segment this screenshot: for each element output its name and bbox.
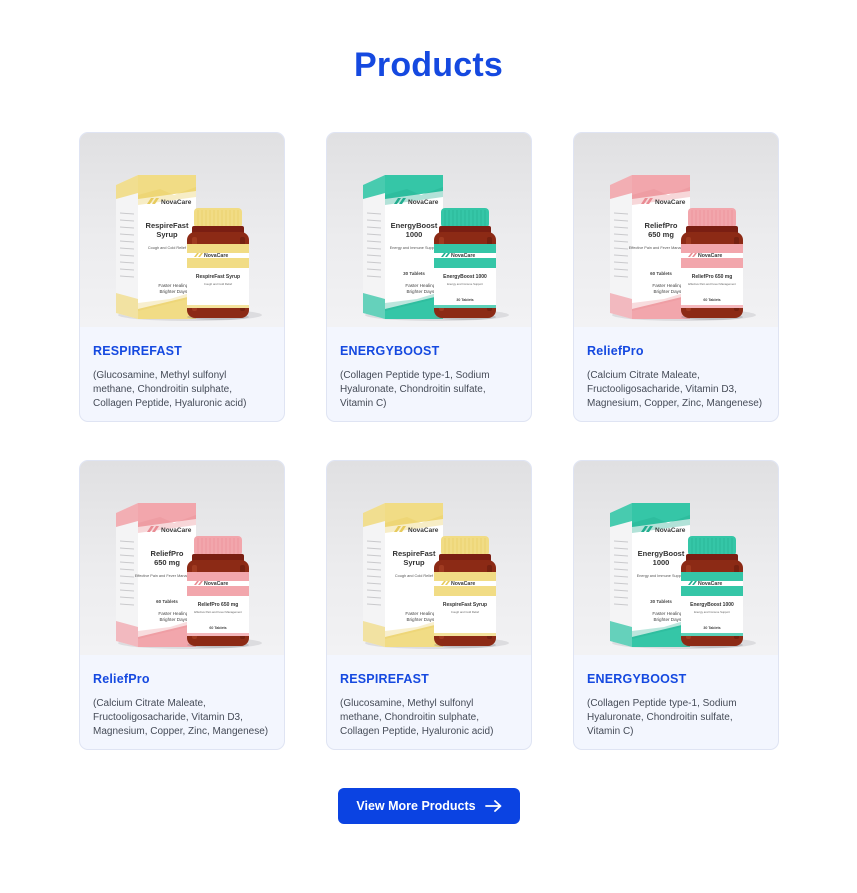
box-title-text: EnergyBoost — [391, 221, 438, 230]
product-illustration: NovaCare RespireFastSyrup Cough and Cold R… — [363, 503, 509, 649]
box-count-text: 60 Tablets — [156, 599, 178, 604]
product-illustration: NovaCare ReliefPro650 mg Effective Pain an… — [610, 175, 756, 321]
box-tagline-text: Brighter Days! — [406, 617, 435, 622]
bottle-title-text: EnergyBoost 1000 — [690, 602, 734, 608]
product-image: NovaCare EnergyBoost 1000 Energy and Immune… — [327, 133, 531, 327]
box-tagline-text: Faster Healing, — [158, 283, 189, 288]
box-tagline-text: Faster Healing, — [405, 611, 436, 616]
box-tagline-text: Faster Healing, — [652, 283, 683, 288]
box-count-text: 30 Tablets — [650, 599, 672, 604]
box-tagline-text: Brighter Days! — [653, 289, 682, 294]
product-image: NovaCare ReliefPro 650 mg Effective Pain an… — [574, 133, 778, 327]
bottle-title-text: ReliefPro 650 mg — [198, 602, 239, 608]
product-grid: NovaCare RespireFast Syrup Cough and Cold R… — [79, 132, 779, 750]
box-title-text: 1000 — [406, 230, 423, 239]
box-title-text: EnergyBoost — [638, 549, 685, 558]
product-name: ENERGYBOOST — [340, 344, 440, 358]
product-illustration: NovaCare RespireFastSyrup Cough and Cold R… — [116, 175, 262, 321]
arrow-right-icon — [484, 800, 502, 812]
bottle-title-text: EnergyBoost 1000 — [443, 274, 487, 280]
box-brand-text: NovaCare — [408, 527, 439, 534]
bottle-count-text: 60 Tablets — [703, 298, 720, 302]
page-title: Products — [354, 46, 503, 84]
product-description: (Calcium Citrate Maleate, Fructooligosac… — [93, 698, 269, 737]
product-description: (Collagen Peptide type-1, Sodium Hyaluro… — [340, 370, 490, 409]
bottle-brand-text: NovaCare — [451, 581, 475, 587]
product-description: (Collagen Peptide type-1, Sodium Hyaluro… — [587, 698, 737, 737]
box-brand-text: NovaCare — [408, 199, 439, 206]
product-description: (Calcium Citrate Maleate, Fructooligosac… — [587, 370, 763, 409]
bottle-title-text: ReliefPro 650 mg — [692, 274, 733, 280]
box-title-text: 650 mg — [154, 558, 180, 567]
bottle-count-text: 30 Tablets — [703, 626, 720, 630]
box-subtitle-text: Cough and Cold Relief — [148, 246, 187, 250]
box-brand-text: NovaCare — [161, 199, 192, 206]
box-title-text: ReliefPro — [645, 221, 678, 230]
box-subtitle-text: Energy and Immune Support — [390, 246, 439, 250]
box-brand-text: NovaCare — [161, 527, 192, 534]
product-illustration: NovaCare EnergyBoost1000 Energy and Immune… — [610, 503, 756, 649]
product-illustration: NovaCare EnergyBoost1000 Energy and Immune… — [363, 175, 509, 321]
product-card[interactable]: NovaCare EnergyBoost 1000 Energy and Immune… — [326, 132, 532, 422]
product-name: RESPIREFAST — [340, 672, 430, 686]
product-card[interactable]: NovaCare ReliefPro 650 mg Effective Pain an… — [79, 460, 285, 750]
product-image: NovaCare EnergyBoost 1000 Energy and Immune… — [574, 461, 778, 655]
box-title-text: Syrup — [403, 558, 425, 567]
product-description: (Glucosamine, Methyl sulfonyl methane, C… — [93, 370, 247, 409]
product-card[interactable]: NovaCare ReliefPro 650 mg Effective Pain an… — [573, 132, 779, 422]
box-tagline-text: Brighter Days! — [159, 289, 188, 294]
box-subtitle-text: Cough and Cold Relief — [395, 574, 434, 578]
product-image: NovaCare RespireFast Syrup Cough and Cold R… — [327, 461, 531, 655]
bottle-count-text: 30 Tablets — [456, 298, 473, 302]
bottle-title-text: RespireFast Syrup — [443, 602, 487, 608]
product-description: (Glucosamine, Methyl sulfonyl methane, C… — [340, 698, 494, 737]
bottle-title-text: RespireFast Syrup — [196, 274, 240, 280]
box-title-text: 650 mg — [648, 230, 674, 239]
bottle-subtitle-text: Cough and Cold Relief — [204, 282, 232, 286]
box-brand-text: NovaCare — [655, 199, 686, 206]
product-name: ReliefPro — [587, 344, 644, 358]
box-title-text: ReliefPro — [151, 549, 184, 558]
product-name: RESPIREFAST — [93, 344, 183, 358]
product-name: ENERGYBOOST — [587, 672, 687, 686]
product-name: ReliefPro — [93, 672, 150, 686]
box-tagline-text: Brighter Days! — [406, 289, 435, 294]
box-title-text: RespireFast — [393, 549, 436, 558]
box-title-text: RespireFast — [146, 221, 189, 230]
box-count-text: 60 Tablets — [650, 271, 672, 276]
box-brand-text: NovaCare — [655, 527, 686, 534]
box-tagline-text: Faster Healing, — [652, 611, 683, 616]
bottle-brand-text: NovaCare — [204, 581, 228, 587]
box-tagline-text: Brighter Days! — [653, 617, 682, 622]
bottle-brand-text: NovaCare — [698, 253, 722, 259]
product-image: NovaCare ReliefPro 650 mg Effective Pain an… — [80, 461, 284, 655]
bottle-subtitle-text: Effective Pain and Fever Management — [194, 610, 242, 614]
box-tagline-text: Faster Healing, — [158, 611, 189, 616]
box-tagline-text: Faster Healing, — [405, 283, 436, 288]
product-card[interactable]: NovaCare EnergyBoost 1000 Energy and Immune… — [573, 460, 779, 750]
box-count-text: 30 Tablets — [403, 271, 425, 276]
product-card[interactable]: NovaCare RespireFast Syrup Cough and Cold R… — [79, 132, 285, 422]
bottle-count-text: 60 Tablets — [209, 626, 226, 630]
view-more-products-button[interactable]: View More Products — [338, 788, 520, 824]
bottle-subtitle-text: Effective Pain and Fever Management — [688, 282, 736, 286]
product-card[interactable]: NovaCare RespireFast Syrup Cough and Cold R… — [326, 460, 532, 750]
product-illustration: NovaCare ReliefPro650 mg Effective Pain an… — [116, 503, 262, 649]
box-title-text: Syrup — [156, 230, 178, 239]
box-tagline-text: Brighter Days! — [159, 617, 188, 622]
bottle-brand-text: NovaCare — [698, 581, 722, 587]
bottle-brand-text: NovaCare — [451, 253, 475, 259]
bottle-subtitle-text: Energy and Immune Support — [694, 610, 730, 614]
bottle-subtitle-text: Cough and Cold Relief — [451, 610, 479, 614]
view-more-products-label: View More Products — [356, 799, 476, 813]
box-title-text: 1000 — [653, 558, 670, 567]
bottle-brand-text: NovaCare — [204, 253, 228, 259]
box-subtitle-text: Energy and Immune Support — [637, 574, 686, 578]
bottle-subtitle-text: Energy and Immune Support — [447, 282, 483, 286]
product-image: NovaCare RespireFast Syrup Cough and Cold R… — [80, 133, 284, 327]
